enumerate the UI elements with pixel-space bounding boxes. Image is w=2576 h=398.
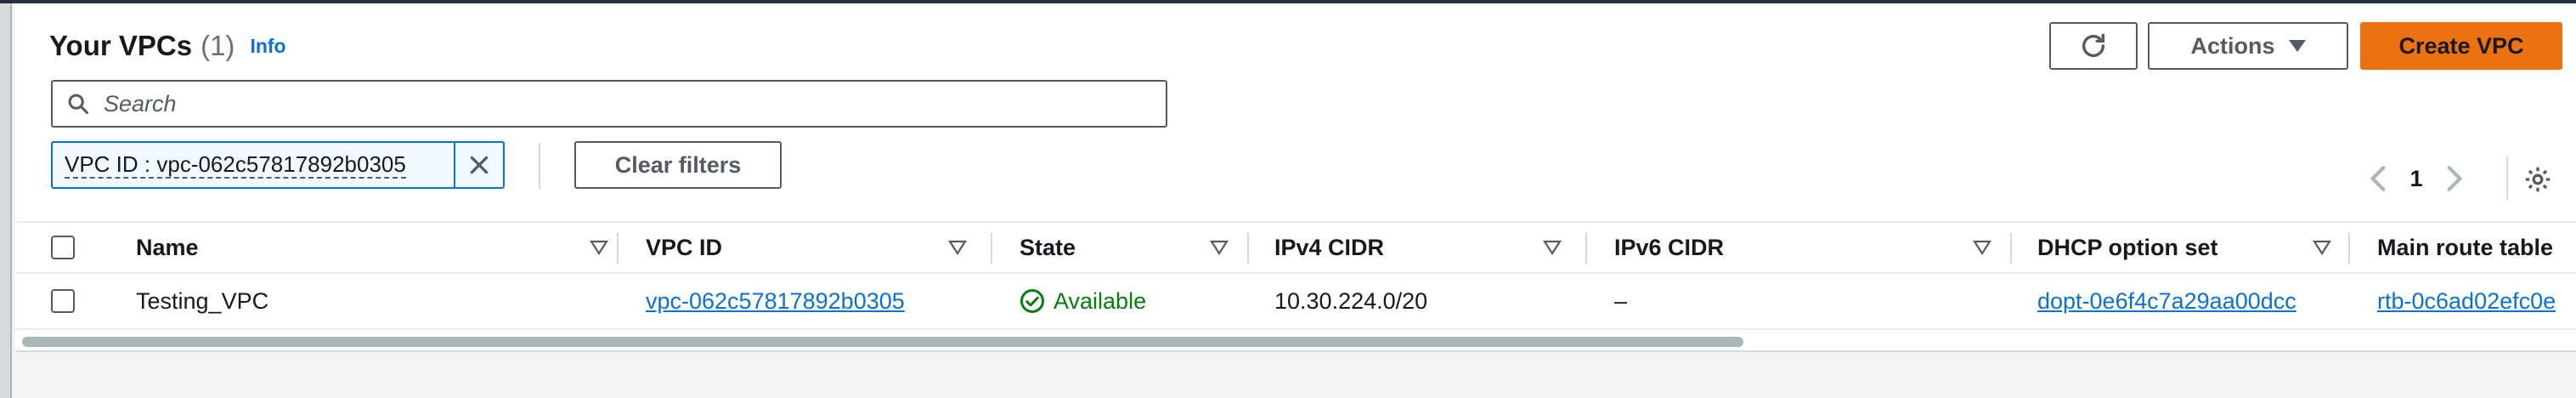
sort-icon[interactable]	[590, 240, 608, 255]
page-header: Your VPCs (1) Info	[49, 26, 286, 66]
cell-name: Testing_VPC	[136, 287, 269, 314]
info-link[interactable]: Info	[250, 35, 285, 58]
column-divider[interactable]	[2348, 233, 2350, 264]
preferences-button[interactable]	[2520, 162, 2556, 197]
state-text: Available	[1054, 287, 1147, 314]
filter-divider	[539, 143, 540, 189]
filter-token-label[interactable]: VPC ID : vpc-062c57817892b0305	[53, 143, 454, 187]
select-all-checkbox[interactable]	[51, 236, 75, 259]
column-header-ipv6-cidr[interactable]: IPv6 CIDR	[1614, 223, 1724, 272]
cell-ipv6-cidr: –	[1614, 287, 1628, 314]
cell-ipv4-cidr: 10.30.224.0/20	[1274, 287, 1428, 314]
column-divider[interactable]	[617, 233, 619, 264]
table-header: Name VPC ID State IPv4 CIDR IPv6 CIDR DH…	[15, 221, 2576, 274]
vpc-count: (1)	[201, 30, 235, 61]
column-header-ipv4-cidr[interactable]: IPv4 CIDR	[1274, 223, 1384, 272]
left-rail	[0, 3, 12, 398]
chevron-left-icon	[2370, 166, 2386, 191]
refresh-button[interactable]	[2049, 22, 2138, 70]
vpc-list-panel: Your VPCs (1) Info Actions Create VPC VP…	[15, 3, 2576, 352]
sort-icon[interactable]	[1543, 240, 1562, 255]
caret-down-icon	[2288, 40, 2306, 52]
chevron-right-icon	[2447, 166, 2463, 191]
clear-filters-button[interactable]: Clear filters	[574, 141, 782, 189]
column-header-state[interactable]: State	[1020, 223, 1076, 272]
search-box[interactable]	[51, 80, 1167, 128]
column-header-main-route-table[interactable]: Main route table	[2377, 223, 2553, 272]
remove-filter-button[interactable]	[454, 143, 503, 187]
filter-token-text: VPC ID : vpc-062c57817892b0305	[65, 151, 406, 179]
sort-icon[interactable]	[948, 240, 967, 255]
table-row[interactable]: Testing_VPC vpc-062c57817892b0305 Availa…	[15, 274, 2576, 330]
column-divider[interactable]	[1247, 233, 1249, 264]
create-vpc-button[interactable]: Create VPC	[2360, 22, 2562, 70]
filter-token: VPC ID : vpc-062c57817892b0305	[51, 141, 505, 189]
cell-vpc-id-link[interactable]: vpc-062c57817892b0305	[646, 274, 905, 328]
search-input[interactable]	[104, 90, 1123, 117]
cell-state: Available	[1020, 274, 1146, 328]
column-divider[interactable]	[991, 233, 992, 264]
column-header-dhcp-option-set[interactable]: DHCP option set	[2037, 223, 2218, 272]
column-header-name[interactable]: Name	[136, 223, 199, 272]
next-page-button[interactable]	[2442, 165, 2467, 192]
actions-dropdown[interactable]: Actions	[2148, 22, 2348, 70]
sort-icon[interactable]	[1973, 240, 1991, 255]
refresh-icon	[2082, 33, 2105, 57]
check-circle-icon	[1020, 289, 1044, 313]
column-header-vpc-id[interactable]: VPC ID	[646, 223, 722, 272]
cell-main-route-table-link[interactable]: rtb-0c6ad02efc0e	[2377, 274, 2556, 328]
cell-dhcp-option-set-link[interactable]: dopt-0e6f4c7a29aa00dcc	[2037, 274, 2296, 328]
sort-icon[interactable]	[1210, 240, 1229, 255]
column-divider[interactable]	[2010, 233, 2012, 264]
sort-icon[interactable]	[2313, 240, 2331, 255]
column-divider[interactable]	[1585, 233, 1587, 264]
page-number[interactable]: 1	[2391, 166, 2442, 192]
pagination-divider	[2506, 156, 2508, 201]
close-icon	[470, 156, 489, 174]
pagination: 1	[2365, 162, 2467, 196]
page-title: Your VPCs	[49, 30, 193, 61]
gear-icon	[2525, 167, 2551, 192]
previous-page-button[interactable]	[2365, 165, 2391, 192]
scrollbar-thumb[interactable]	[22, 337, 1743, 347]
search-icon	[53, 92, 104, 116]
row-select-checkbox[interactable]	[51, 289, 75, 313]
actions-label: Actions	[2190, 32, 2275, 59]
